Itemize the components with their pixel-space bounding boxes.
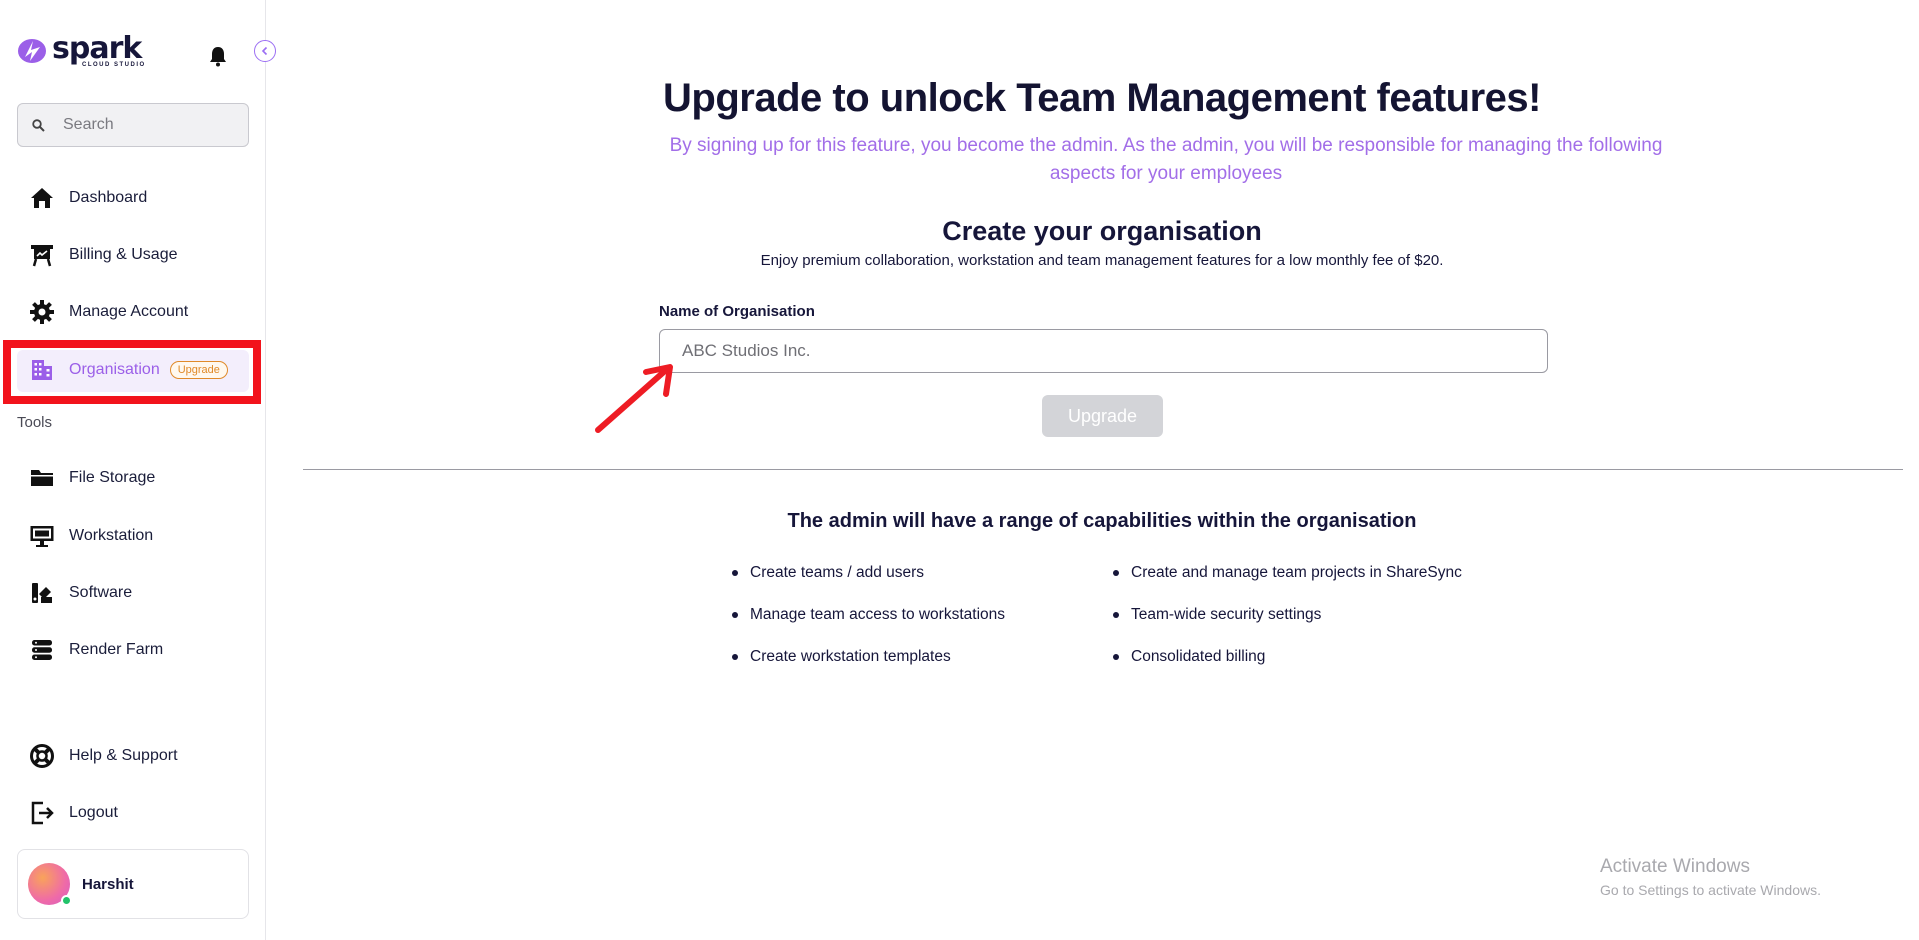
chevron-left-icon (261, 46, 268, 56)
lifebuoy-icon (30, 744, 54, 768)
red-arrow-annotation (595, 364, 673, 433)
avatar (28, 863, 72, 906)
sidebar-item-label: Dashboard (69, 189, 148, 206)
list-item: Manage team access to workstations (732, 606, 1005, 648)
bell-icon[interactable] (208, 45, 228, 67)
page-subtitle: By signing up for this feature, you beco… (669, 135, 1663, 184)
logout-icon (31, 801, 54, 825)
sidebar-item-manage-account[interactable]: Manage Account (29, 292, 188, 332)
windows-activation-watermark: Activate Windows Go to Settings to activ… (1600, 856, 1821, 898)
sidebar-item-help-support[interactable]: Help & Support (29, 736, 178, 776)
list-item: Create and manage team projects in Share… (1113, 564, 1462, 606)
sidebar-item-label: Software (69, 584, 133, 601)
upgrade-button[interactable]: Upgrade (1042, 395, 1163, 437)
tools-section-label: Tools (17, 414, 53, 431)
sidebar-item-label: Manage Account (69, 303, 189, 320)
sidebar-item-dashboard[interactable]: Dashboard (29, 178, 147, 218)
sidebar-item-label: File Storage (69, 469, 156, 486)
sidebar-item-file-storage[interactable]: File Storage (29, 458, 155, 498)
page-title: Upgrade to unlock Team Management featur… (663, 76, 1541, 120)
spark-logo-icon (18, 39, 46, 63)
gear-icon (30, 300, 54, 324)
sidebar-item-billing[interactable]: Billing & Usage (29, 235, 178, 275)
capabilities-list-right: Create and manage team projects in Share… (1113, 564, 1462, 690)
create-organisation-description: Enjoy premium collaboration, workstation… (760, 252, 1444, 269)
software-icon (32, 583, 52, 603)
main-content: Upgrade to unlock Team Management featur… (266, 0, 1919, 940)
watermark-title: Activate Windows (1600, 856, 1750, 877)
sidebar-item-render-farm[interactable]: Render Farm (29, 630, 163, 670)
capabilities-title: The admin will have a range of capabilit… (787, 510, 1417, 532)
create-organisation-title: Create your organisation (942, 216, 1262, 246)
user-profile-card[interactable]: Harshit (17, 849, 249, 919)
list-item: Team-wide security settings (1113, 606, 1462, 648)
watermark-subtitle: Go to Settings to activate Windows. (1600, 882, 1821, 898)
section-divider (303, 469, 1903, 470)
sidebar-item-logout[interactable]: Logout (29, 793, 118, 833)
spark-logo[interactable]: spark CLOUD STUDIO (16, 34, 146, 68)
server-icon (32, 640, 52, 660)
highlight-box (3, 340, 261, 404)
sidebar-item-software[interactable]: Software (29, 573, 132, 613)
sidebar-item-label: Help & Support (69, 747, 178, 764)
monitor-icon (30, 526, 54, 547)
brand-name: spark (52, 31, 142, 66)
list-item: Consolidated billing (1113, 648, 1462, 690)
sidebar-item-label: Logout (69, 804, 118, 821)
list-item: Create workstation templates (732, 648, 1005, 690)
user-name: Harshit (82, 875, 134, 893)
search-placeholder: Search (63, 116, 114, 133)
sidebar-item-workstation[interactable]: Workstation (29, 516, 153, 556)
brand-tagline: CLOUD STUDIO (82, 62, 146, 68)
sidebar-item-label: Billing & Usage (69, 246, 178, 263)
search-input[interactable]: Search (17, 103, 249, 147)
billing-icon (31, 245, 53, 267)
sidebar: spark CLOUD STUDIO Search Dashboard Bill… (0, 0, 266, 940)
collapse-sidebar-button[interactable] (254, 40, 276, 62)
sidebar-item-label: Workstation (69, 527, 154, 544)
sidebar-item-label: Render Farm (69, 641, 164, 658)
organisation-name-label: Name of Organisation (659, 303, 815, 320)
capabilities-list-left: Create teams / add users Manage team acc… (732, 564, 1005, 690)
home-icon (31, 188, 53, 208)
search-icon (32, 118, 45, 132)
organisation-name-input[interactable] (659, 329, 1548, 373)
folder-icon (31, 470, 53, 486)
online-status-dot (61, 895, 72, 906)
list-item: Create teams / add users (732, 564, 1005, 606)
